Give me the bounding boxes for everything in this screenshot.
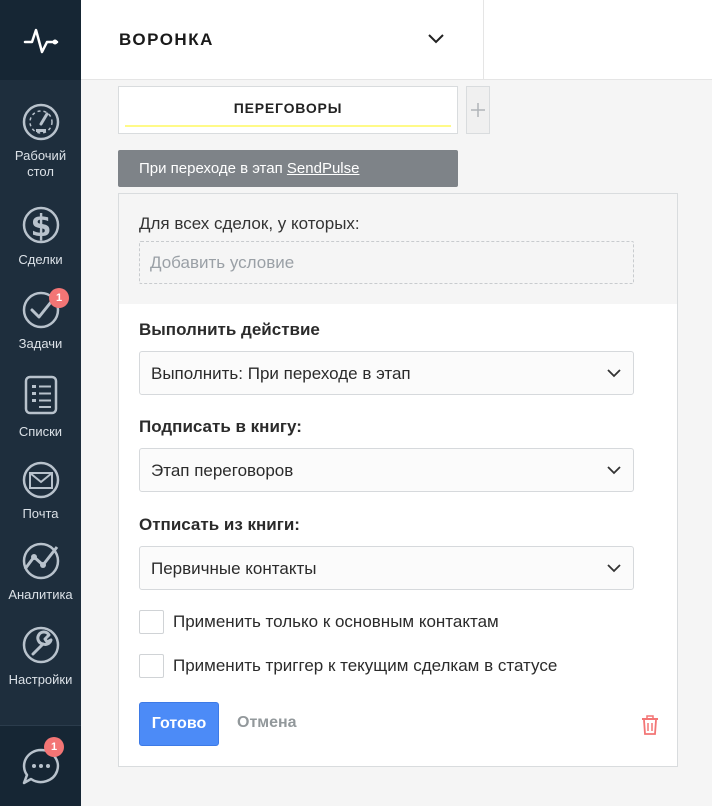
sidebar-item-analytics[interactable]: Аналитика xyxy=(0,541,81,603)
sidebar-item-label: стол xyxy=(27,164,54,179)
analytics-icon xyxy=(22,542,59,580)
unsubscribe-select-value: Первичные контакты xyxy=(151,559,317,578)
dollar-icon: $ xyxy=(22,206,59,244)
main-contacts-checkbox[interactable] xyxy=(139,610,164,634)
trigger-settings-panel: Для всех сделок, у которых: Выполнить де… xyxy=(118,193,678,767)
chat-badge: 1 xyxy=(44,737,64,757)
sidebar-item-label: Рабочий xyxy=(14,148,67,163)
trigger-prefix: При переходе в этап xyxy=(139,160,283,177)
cancel-button[interactable]: Отмена xyxy=(237,714,297,732)
sidebar-item-label: Сделки xyxy=(18,252,63,267)
stage-underline xyxy=(125,125,451,127)
sidebar-item-label: Списки xyxy=(18,424,63,439)
condition-label: Для всех сделок, у которых: xyxy=(139,214,360,233)
sidebar-item-label: Аналитика xyxy=(8,587,73,602)
page-title: ВОРОНКА xyxy=(119,30,214,49)
main-contacts-checkbox-label: Применить только к основным контактам xyxy=(173,612,499,631)
top-header: ВОРОНКА xyxy=(81,0,712,80)
pulse-icon xyxy=(23,28,58,54)
subscribe-select[interactable]: Этап переговоров xyxy=(139,448,634,492)
sidebar-item-lists[interactable]: Списки xyxy=(0,374,81,440)
current-deals-checkbox-label: Применить триггер к текущим сделкам в ст… xyxy=(173,656,558,675)
unsubscribe-label: Отписать из книги: xyxy=(139,515,300,534)
lists-icon xyxy=(24,375,57,415)
sidebar-item-mail[interactable]: Почта xyxy=(0,460,81,522)
settings-icon xyxy=(22,626,59,664)
sidebar-item-deals[interactable]: $ Сделки xyxy=(0,200,81,268)
logo[interactable] xyxy=(0,0,81,80)
sidebar-item-tasks[interactable]: Задачи 1 xyxy=(0,288,81,352)
chat-button[interactable]: 1 xyxy=(0,725,81,806)
sidebar-item-label: Настройки xyxy=(8,672,73,687)
action-label: Выполнить действие xyxy=(139,320,320,339)
pipeline-selector[interactable]: ВОРОНКА xyxy=(81,0,484,79)
sidebar-item-dashboard[interactable]: Рабочий стол xyxy=(0,102,81,180)
subscribe-label: Подписать в книгу: xyxy=(139,417,302,436)
done-button[interactable]: Готово xyxy=(139,702,219,746)
chevron-down-icon xyxy=(607,369,621,378)
action-select-value: Выполнить: При переходе в этап xyxy=(151,364,411,383)
add-stage-button[interactable] xyxy=(466,86,490,134)
sidebar-item-settings[interactable]: Настройки xyxy=(0,624,81,688)
svg-text:$: $ xyxy=(30,209,51,244)
chevron-down-icon xyxy=(607,564,621,573)
sidebar-item-label: Задачи xyxy=(18,336,63,351)
main-contacts-checkbox-row[interactable]: Применить только к основным контактам xyxy=(139,610,559,634)
trash-icon[interactable] xyxy=(641,715,659,735)
current-deals-checkbox[interactable] xyxy=(139,654,164,678)
add-condition-input[interactable] xyxy=(139,241,634,284)
trigger-link[interactable]: SendPulse xyxy=(287,160,360,177)
stage-tab[interactable]: ПЕРЕГОВОРЫ xyxy=(118,86,458,134)
subscribe-select-value: Этап переговоров xyxy=(151,461,294,480)
action-select[interactable]: Выполнить: При переходе в этап xyxy=(139,351,634,395)
condition-section: Для всех сделок, у которых: xyxy=(119,194,677,304)
plus-icon xyxy=(471,103,485,117)
dashboard-icon xyxy=(22,103,59,141)
current-deals-checkbox-row[interactable]: Применить триггер к текущим сделкам в ст… xyxy=(139,654,599,678)
unsubscribe-select[interactable]: Первичные контакты xyxy=(139,546,634,590)
chevron-down-icon xyxy=(428,34,444,44)
mail-icon xyxy=(22,461,59,499)
sidebar-item-label: Почта xyxy=(22,506,59,521)
tasks-badge: 1 xyxy=(49,288,69,308)
stage-name: ПЕРЕГОВОРЫ xyxy=(233,100,343,116)
chevron-down-icon xyxy=(607,466,621,475)
sidebar: Рабочий стол $ Сделки Задачи 1 Списки По… xyxy=(0,0,81,806)
trigger-header: При переходе в этап SendPulse xyxy=(118,150,458,187)
